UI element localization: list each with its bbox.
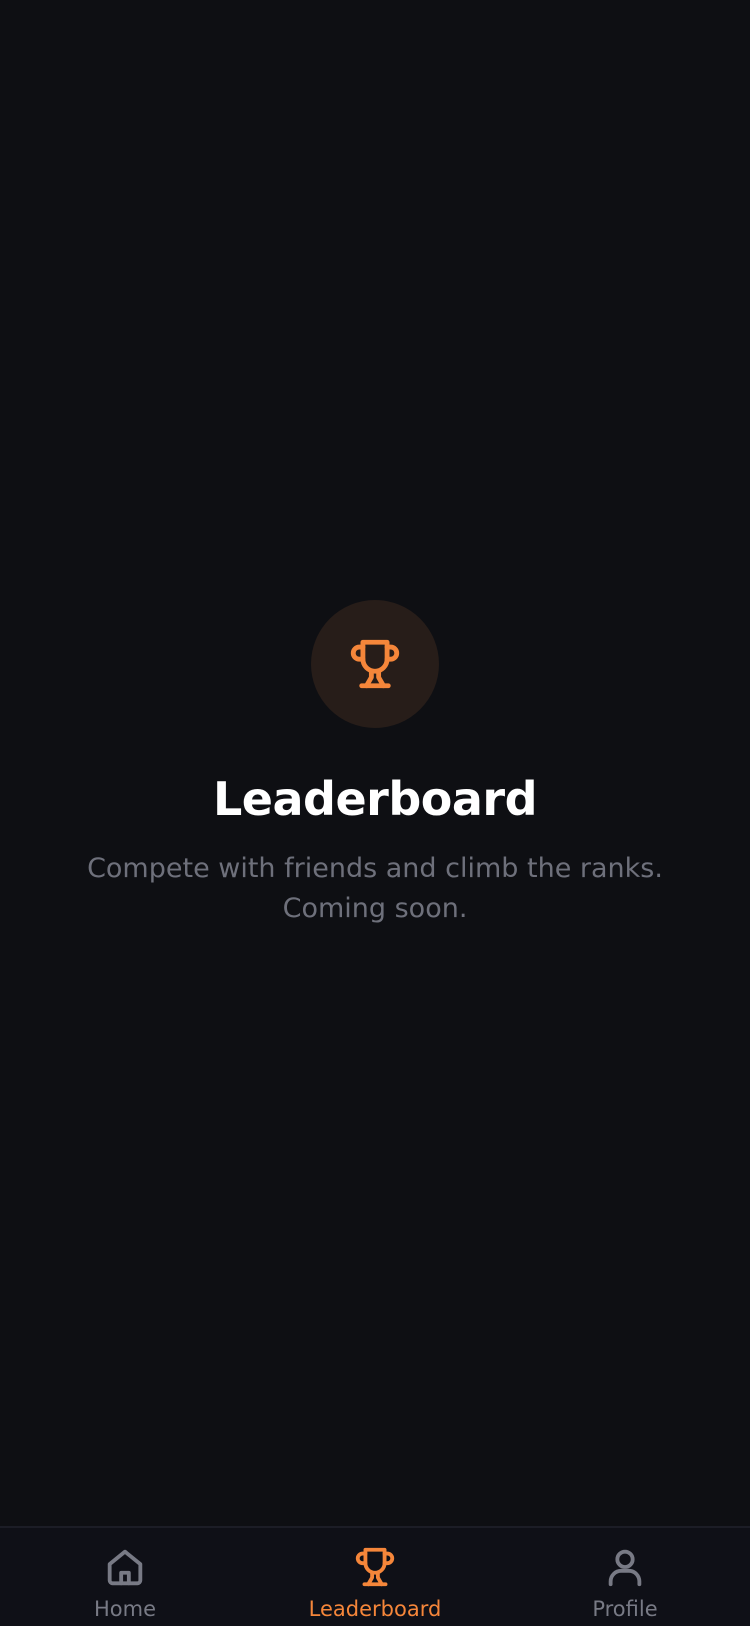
trophy-icon xyxy=(355,1547,395,1587)
empty-state: Leaderboard Compete with friends and cli… xyxy=(0,600,750,929)
trophy-badge xyxy=(311,600,439,728)
leaderboard-screen: Leaderboard Compete with friends and cli… xyxy=(0,0,750,1626)
page-title: Leaderboard xyxy=(212,772,538,826)
tab-profile[interactable]: Profile xyxy=(500,1528,750,1626)
tab-label-home: Home xyxy=(93,1597,156,1621)
subtitle-line-2: Coming soon. xyxy=(282,893,468,925)
home-icon xyxy=(107,1549,143,1586)
subtitle-line-1: Compete with friends and climb the ranks… xyxy=(87,853,663,885)
trophy-icon xyxy=(350,639,400,689)
page-subtitle: Compete with friends and climb the ranks… xyxy=(65,849,685,929)
tab-label-leaderboard: Leaderboard xyxy=(308,1597,442,1621)
tab-label-profile: Profile xyxy=(592,1597,658,1621)
tab-home[interactable]: Home xyxy=(0,1528,250,1626)
bottom-tab-bar: Home Leaderboard Profile xyxy=(0,1526,750,1626)
user-icon xyxy=(608,1549,642,1587)
tab-leaderboard[interactable]: Leaderboard xyxy=(250,1528,500,1626)
